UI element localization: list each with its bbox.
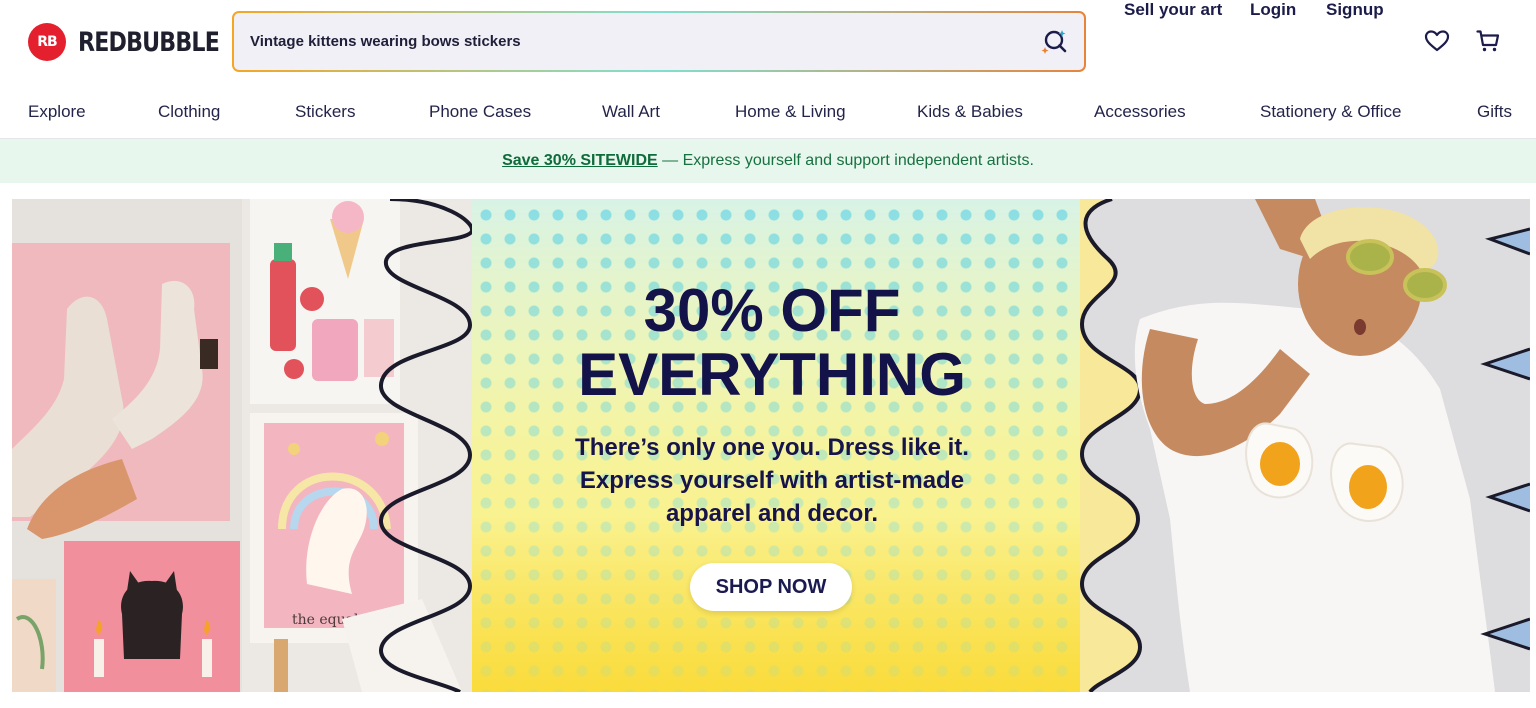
promo-text: — Express yourself and support independe…: [657, 152, 1034, 169]
nav-item-home-living[interactable]: Home & Living: [735, 102, 846, 122]
logo-text: REDBUBBLE: [78, 26, 220, 58]
nav-item-kids-babies[interactable]: Kids & Babies: [917, 102, 1023, 122]
logo-mark-icon: RB: [28, 23, 66, 61]
nav-item-stickers[interactable]: Stickers: [295, 102, 355, 122]
model-in-egg-tshirt-image: [1080, 199, 1530, 692]
shop-now-button[interactable]: SHOP NOW: [690, 563, 852, 611]
wall-art-collage-image: the equal: [12, 199, 472, 692]
nav-item-accessories[interactable]: Accessories: [1094, 102, 1186, 122]
nav-item-stationery-office[interactable]: Stationery & Office: [1260, 102, 1401, 122]
hero-subtitle-line-3: apparel and decor.: [665, 500, 879, 527]
promo-link[interactable]: Save 30% SITEWIDE: [502, 152, 658, 169]
login-link[interactable]: Login: [1250, 0, 1296, 20]
heart-icon[interactable]: [1424, 29, 1450, 53]
nav-item-clothing[interactable]: Clothing: [158, 102, 220, 122]
hero-title-line-1: 30% OFF: [643, 277, 901, 344]
site-header: RB REDBUBBLE Sell your art Login Signup: [0, 0, 1536, 82]
search-input[interactable]: [250, 13, 1010, 70]
hero-subtitle-line-1: There’s only one you. Dress like it.: [575, 434, 969, 461]
cart-icon[interactable]: [1476, 29, 1500, 53]
hero-title-line-2: EVERYTHING: [578, 341, 966, 408]
nav-item-wall-art[interactable]: Wall Art: [602, 102, 660, 122]
nav-item-gifts[interactable]: Gifts: [1477, 102, 1512, 122]
redbubble-logo[interactable]: RB REDBUBBLE: [28, 22, 250, 62]
hero-title: 30% OFF EVERYTHING: [482, 279, 1062, 407]
ai-search-icon[interactable]: [1040, 28, 1068, 56]
promo-banner: Save 30% SITEWIDE — Express yourself and…: [0, 139, 1536, 183]
signup-link[interactable]: Signup: [1326, 0, 1384, 20]
category-nav: Explore Clothing Stickers Phone Cases Wa…: [0, 96, 1536, 136]
hero-subtitle-line-2: Express yourself with artist-made: [579, 467, 965, 494]
sell-your-art-link[interactable]: Sell your art: [1124, 0, 1222, 20]
nav-item-explore[interactable]: Explore: [28, 102, 86, 122]
search-bar: [232, 11, 1086, 72]
hero-banner[interactable]: the equal 30% OFF EVERYTHING There’s onl…: [12, 199, 1530, 692]
search-box: [234, 13, 1084, 70]
nav-item-phone-cases[interactable]: Phone Cases: [429, 102, 531, 122]
hero-subtitle: There’s only one you. Dress like it. Exp…: [482, 431, 1062, 530]
